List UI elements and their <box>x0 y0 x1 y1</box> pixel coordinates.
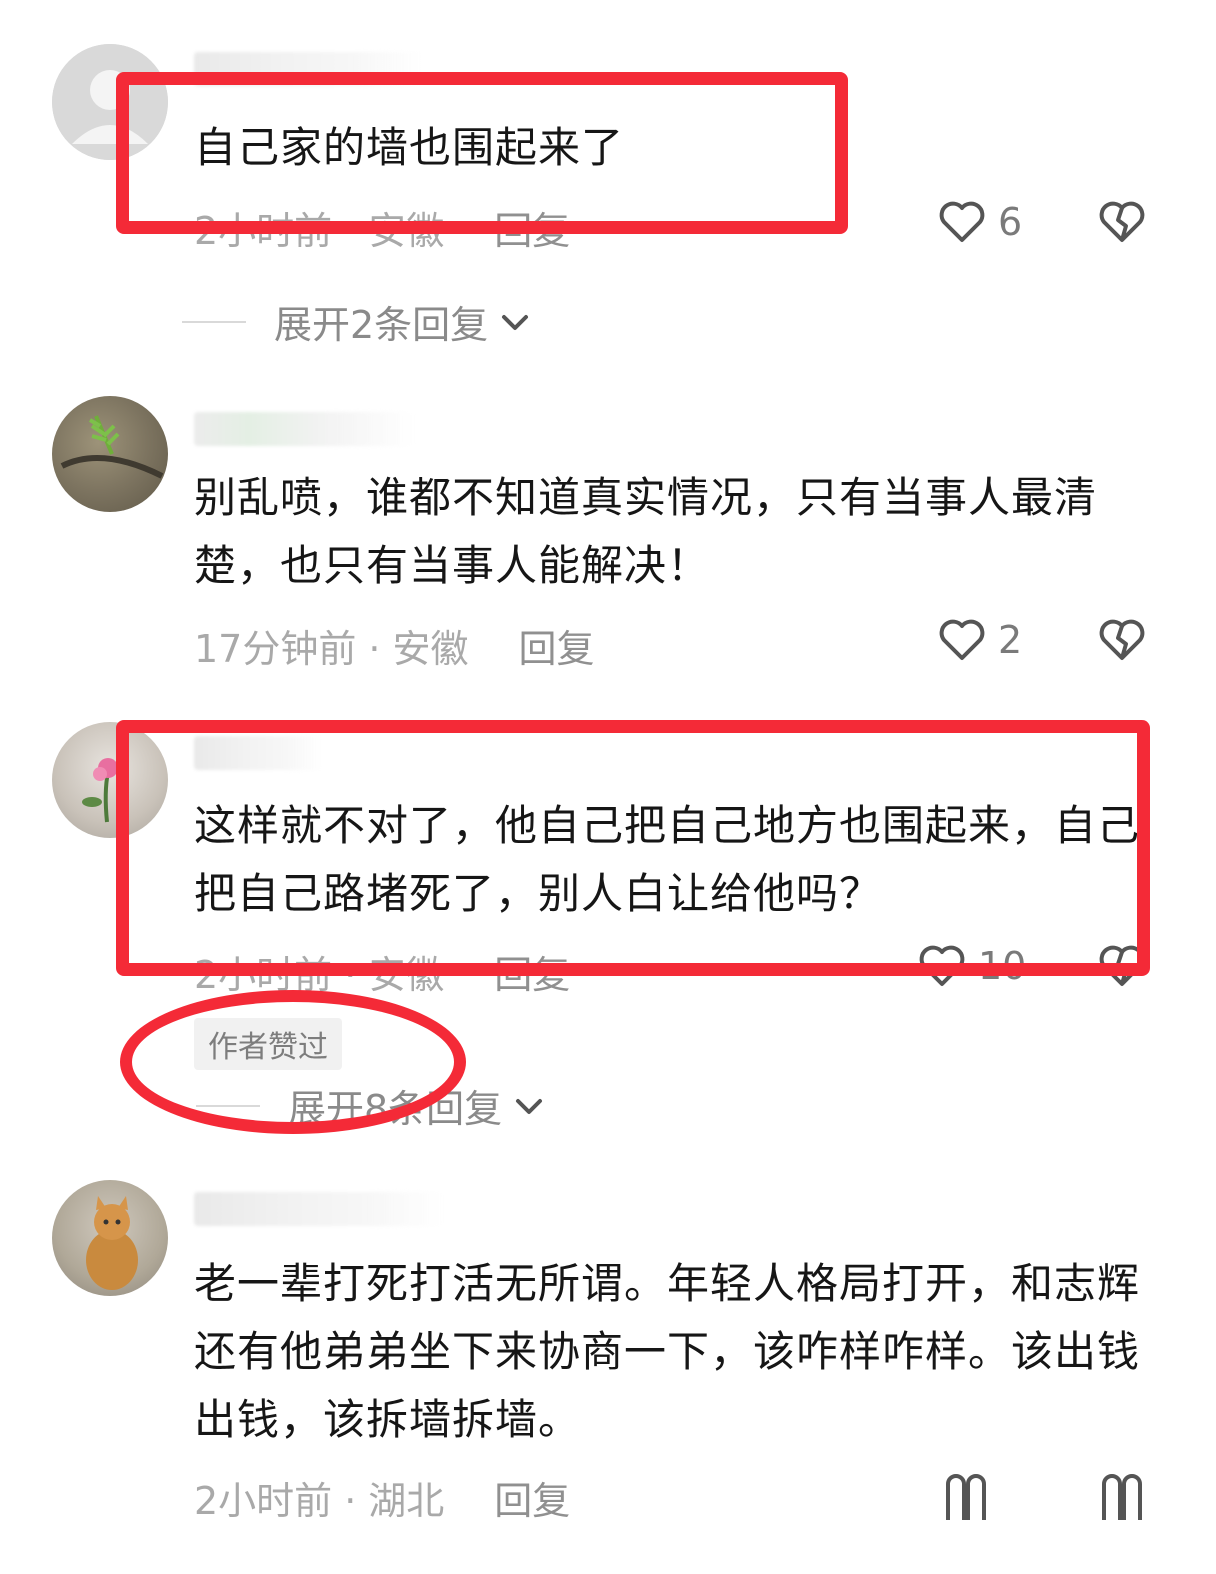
comment-text: 老一辈打死打活无所谓。年轻人格局打开，和志辉还有他弟弟坐下来协商一下，该咋样咋样… <box>194 1259 1141 1444</box>
reply-button[interactable]: 回复 <box>494 1479 570 1523</box>
comment-4: 老一辈打死打活无所谓。年轻人格局打开，和志辉还有他弟弟坐下来协商一下，该咋样咋样… <box>0 0 1216 1574</box>
username-blurred[interactable] <box>194 1192 444 1226</box>
comment-meta: 2小时前 · 湖北 回复 <box>194 1479 571 1523</box>
avatar[interactable] <box>52 1180 168 1296</box>
broken-heart-icon[interactable] <box>1096 1470 1148 1522</box>
like-button-partial[interactable] <box>940 1470 992 1522</box>
heart-outline-icon <box>946 1474 986 1520</box>
comment-time: 2小时前 <box>194 1479 333 1523</box>
comment-location: 湖北 <box>368 1479 445 1523</box>
cat-photo-icon <box>86 1196 138 1290</box>
